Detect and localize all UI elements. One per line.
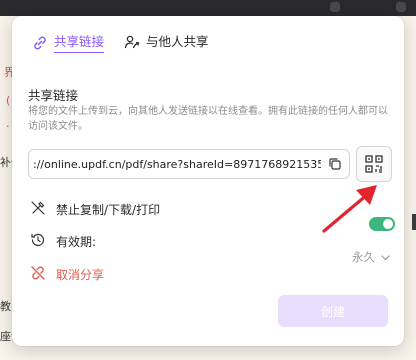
copy-button[interactable] (321, 150, 349, 178)
share-people-icon (124, 34, 140, 50)
chevron-down-icon (381, 250, 390, 264)
tab-label: 与他人共享 (146, 34, 209, 49)
validity-label: 有效期: (56, 235, 97, 249)
window-button[interactable] (396, 2, 406, 12)
no-copy-icon (30, 200, 46, 219)
unlink-icon (30, 265, 46, 284)
share-link-text[interactable]: ://online.updf.cn/pdf/share?shareId=8971… (29, 158, 321, 171)
tab-share-link[interactable]: 共享链接 (32, 33, 105, 53)
create-button[interactable]: 创建 (278, 295, 388, 327)
window-button[interactable] (330, 2, 340, 12)
background-text: 教 (0, 300, 11, 313)
tab-share-with-others[interactable]: 与他人共享 (124, 33, 209, 51)
share-tabs: 共享链接 与他人共享 (12, 16, 404, 60)
history-clock-icon (30, 232, 46, 251)
validity-option: 有效期: (30, 232, 96, 251)
link-icon (32, 35, 48, 51)
app-title-bar (0, 0, 416, 16)
validity-select[interactable]: 永久 (352, 249, 390, 265)
qrcode-button[interactable] (356, 146, 392, 182)
background-text: ( (6, 94, 11, 107)
share-link-field[interactable]: ://online.updf.cn/pdf/share?shareId=8971… (28, 149, 350, 179)
section-title: 共享链接 (28, 88, 79, 103)
tab-label: 共享链接 (54, 33, 105, 53)
toggle-knob (383, 219, 393, 229)
share-panel: 共享链接 与他人共享 共享链接 将您的文件上传到云，向其他人发送链接以在线查看。… (12, 16, 404, 346)
background-edge (412, 214, 416, 230)
cancel-share-button[interactable]: 取消分享 (30, 265, 104, 284)
share-description: 将您的文件上传到云，向其他人发送链接以在线查看。拥有此链接的任何人都可以访问该文… (28, 106, 388, 132)
validity-value: 永久 (352, 250, 375, 264)
copy-icon (329, 158, 341, 170)
qrcode-icon (365, 155, 383, 173)
background-text: · (6, 120, 10, 133)
cancel-share-label: 取消分享 (56, 268, 105, 282)
disable-copy-label: 禁止复制/下载/打印 (56, 203, 161, 217)
disable-copy-toggle[interactable] (369, 217, 395, 231)
disable-copy-option: 禁止复制/下载/打印 (30, 200, 160, 219)
